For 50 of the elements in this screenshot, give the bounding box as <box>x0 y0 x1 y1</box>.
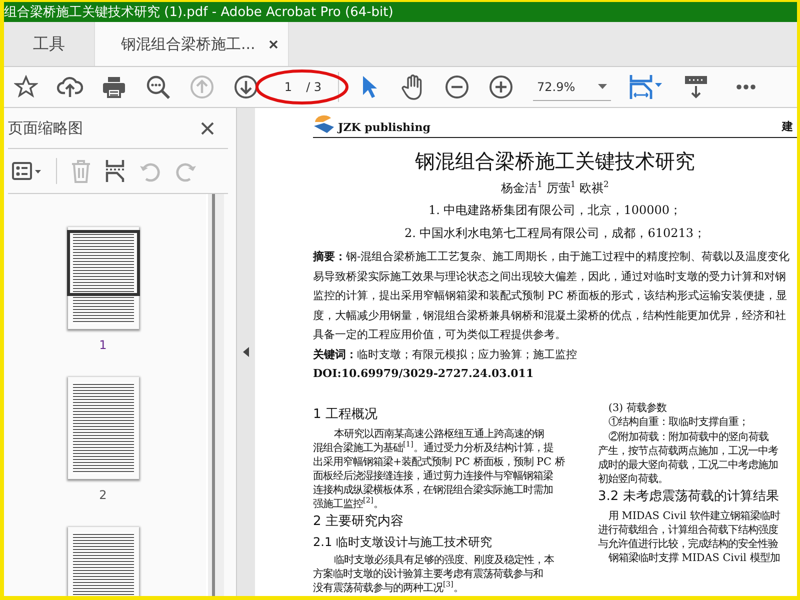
abstract-text: 具备一定的工程应用价值，可为类似工程提供参考。 <box>313 327 567 343</box>
page-number: 1 <box>99 338 107 352</box>
body-paragraph: ①结构自重：取临时支撑自重； <box>607 415 750 429</box>
star-icon[interactable] <box>14 75 38 99</box>
zoom-field[interactable]: 72.9% <box>533 74 611 100</box>
window-title: 组合梁桥施工关键技术研究 (1).pdf - Adobe Acrobat Pro (64-bit) <box>4 4 394 21</box>
body-paragraph: 临时支墩必须具有足够的强度、刚度及稳定性，本 方案临时支墩的设计验算主要考虑有震荡荷载参与和 没有震荡荷载参与的两种工况$^{[3]}$。 <box>313 552 555 594</box>
paper-authors: 杨金洁$^{1}$ 厉萤$^{1}$ 欧祺$^{2}$ <box>500 179 610 197</box>
publisher-name: JZK publishing <box>338 121 430 134</box>
more-icon[interactable] <box>736 84 756 90</box>
abstract-text: 度，大幅减少用钢量，钢混组合梁桥兼具钢桥和混凝土梁桥的优点，结构性能更加优异，经济和社 <box>313 308 787 324</box>
section-heading: 1 工程概况 <box>313 406 378 424</box>
read-mode-icon[interactable] <box>684 75 708 99</box>
abstract-text: 摘要：钢-混组合梁桥施工工艺复杂、施工周期长，由于施工过程中的精度控制、荷载以及温度变化 <box>313 249 791 265</box>
zoom-in-icon[interactable] <box>489 75 513 99</box>
tab[interactable]: 工具 <box>4 22 94 66</box>
affiliation: 1. 中电建路桥集团有限公司，北京，100000； <box>427 202 683 219</box>
publisher-logo-icon <box>313 114 335 134</box>
caret-icon[interactable] <box>598 84 607 89</box>
insert-pages-icon[interactable] <box>105 159 125 183</box>
cloud-upload-icon[interactable] <box>57 76 83 98</box>
page-total: / 3 <box>306 80 322 94</box>
body-paragraph: (3) 荷载参数 <box>607 400 668 414</box>
affiliation: 2. 中国水利水电第七工程局有限公司，成都，610213； <box>403 225 707 242</box>
tab[interactable]: 钢混组合梁桥施工... <box>94 22 290 66</box>
close-icon[interactable] <box>201 122 214 134</box>
body-paragraph: 钢箱梁临时支撑 MIDAS Civil 模型加 <box>607 551 781 565</box>
collapse-triangle-icon[interactable] <box>243 347 249 357</box>
close-icon[interactable] <box>269 40 278 48</box>
doi-text: DOI:10.69979/3029-2727.24.03.011 <box>313 366 535 382</box>
pointer-icon[interactable] <box>361 75 377 99</box>
body-paragraph: 本研究以西南某高速公路枢纽互通上跨高速的钢 混组合梁施工为基础$^{[1]}$。通过受力分析及结构计算，提 出采用窄幅钢箱梁+装配式预制 PC 桥面板，预制 PC 桥 面板经后浇湿接缝连接，通过剪力连接件与窄幅钢箱梁 连接构成纵梁横板体系，在钢混组合梁实际施工时需加 强施工监控$^{[2]}$。 <box>313 426 566 510</box>
scrollbar[interactable] <box>206 194 224 596</box>
fit-page-icon[interactable] <box>629 74 663 100</box>
subsection-heading: 2.1 临时支墩设计与施工技术研究 <box>313 534 493 550</box>
print-icon[interactable] <box>102 76 126 98</box>
section-heading: 2 主要研究内容 <box>313 512 404 530</box>
list-options-icon[interactable] <box>12 162 42 180</box>
header-text: 建 <box>782 119 793 134</box>
panel-title: 页面缩略图 <box>8 118 83 138</box>
paper-title: 钢混组合梁桥施工关键技术研究 <box>414 148 696 175</box>
body-paragraph: ②附加荷载：附加荷载中的竖向荷载 产生，按节点荷载两点施加，工况一中考 成时的最大竖向荷载，工况二中考虑施加 初始竖向荷载。 <box>598 430 779 486</box>
abstract-text: 监控的计算，提出采用窄幅钢箱梁和装配式预制 PC 桥面板的形式，该结构形式运输安装便捷，显 <box>313 288 788 304</box>
section-heading: 3.2 未考虑震荡荷载的计算结果 <box>598 488 780 506</box>
abstract-text: 易导致桥梁实际施工效果与理论状态之间出现较大偏差，因此，通过对临时支墩的受力计算和对钢 <box>313 268 787 284</box>
body-paragraph: 用 MIDAS Civil 软件建立钢箱梁临时 进行荷载组合，计算组合荷载下结构强度 与允许值进行比较，完成结构的安全性验 <box>598 508 782 550</box>
search-icon[interactable] <box>146 75 170 99</box>
zoom-out-icon[interactable] <box>445 75 469 99</box>
page-number: 2 <box>99 488 107 502</box>
keywords-text: 关键词：临时支墩；有限元模拟；应力验算；施工监控 <box>313 346 578 362</box>
